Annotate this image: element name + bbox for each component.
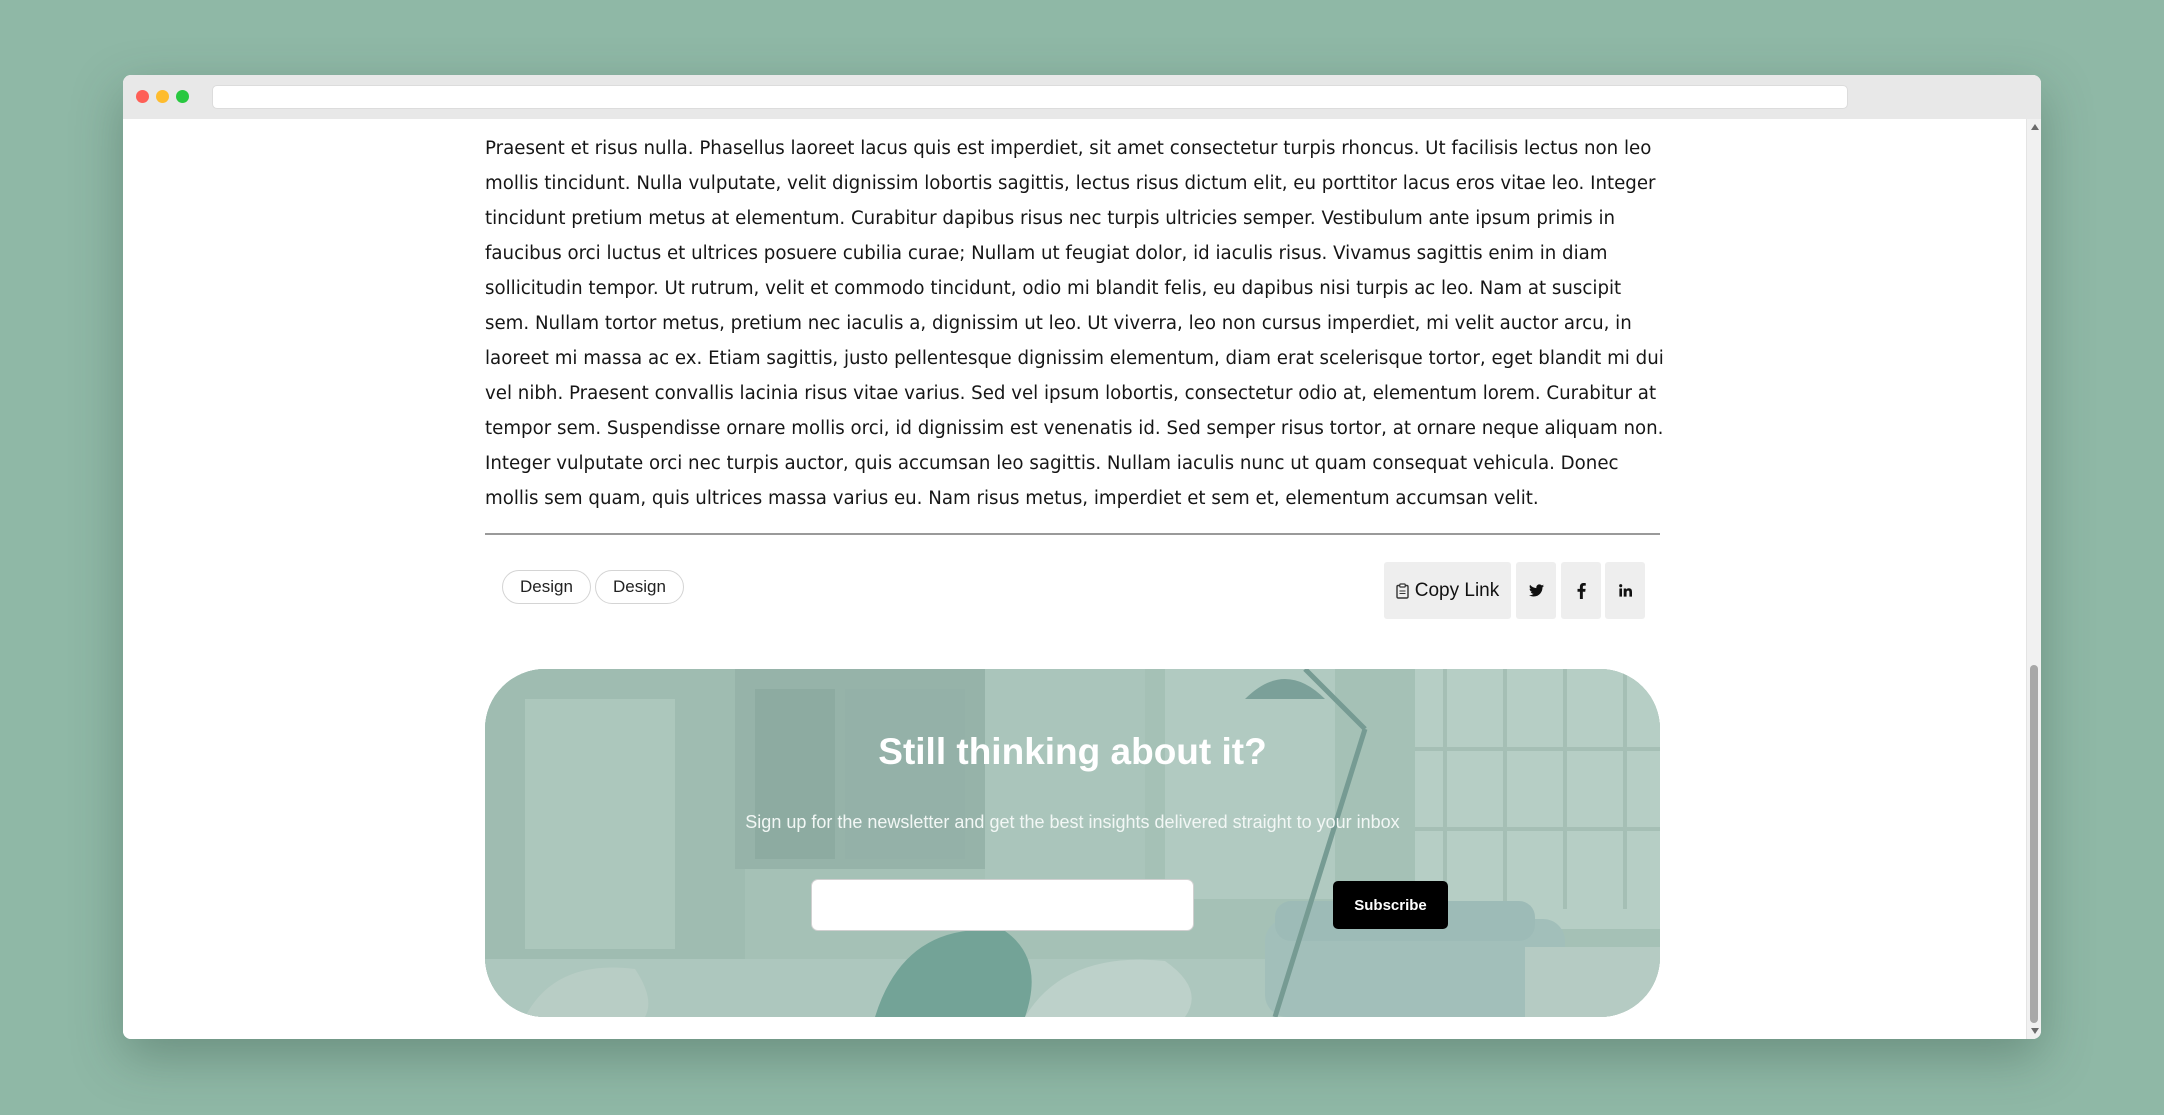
email-input[interactable] — [811, 879, 1194, 931]
newsletter-subtitle: Sign up for the newsletter and get the b… — [745, 812, 1400, 832]
copy-link-label: Copy Link — [1414, 579, 1500, 601]
office-background-image — [485, 669, 1660, 1017]
tag-design[interactable]: Design — [502, 570, 591, 604]
copy-link-button[interactable]: Copy Link — [1384, 562, 1511, 619]
share-twitter-button[interactable] — [1516, 562, 1556, 619]
subscribe-button[interactable]: Subscribe — [1333, 881, 1448, 929]
browser-titlebar — [123, 75, 2041, 120]
scrollbar-thumb[interactable] — [2030, 665, 2038, 1023]
vertical-scrollbar[interactable] — [2026, 119, 2041, 1039]
twitter-icon — [1528, 584, 1544, 597]
newsletter-card: Still thinking about it? Sign up for the… — [485, 669, 1660, 1017]
maximize-window-button[interactable] — [176, 90, 189, 103]
minimize-window-button[interactable] — [156, 90, 169, 103]
close-window-button[interactable] — [136, 90, 149, 103]
article-body: Praesent et risus nulla. Phasellus laore… — [485, 138, 1664, 509]
scroll-down-arrow-icon[interactable] — [2031, 1028, 2039, 1034]
share-facebook-button[interactable] — [1561, 562, 1601, 619]
article-divider — [485, 533, 1660, 535]
browser-window: Praesent et risus nulla. Phasellus laore… — [123, 75, 2041, 1039]
share-linkedin-button[interactable] — [1605, 562, 1645, 619]
page-content: Praesent et risus nulla. Phasellus laore… — [123, 119, 2026, 1039]
facebook-icon — [1577, 582, 1586, 599]
scroll-up-arrow-icon[interactable] — [2031, 124, 2039, 130]
newsletter-title: Still thinking about it? — [878, 731, 1267, 772]
tag-design[interactable]: Design — [595, 570, 684, 604]
address-bar[interactable] — [212, 85, 1848, 109]
clipboard-icon — [1396, 582, 1409, 599]
linkedin-icon — [1618, 584, 1632, 597]
